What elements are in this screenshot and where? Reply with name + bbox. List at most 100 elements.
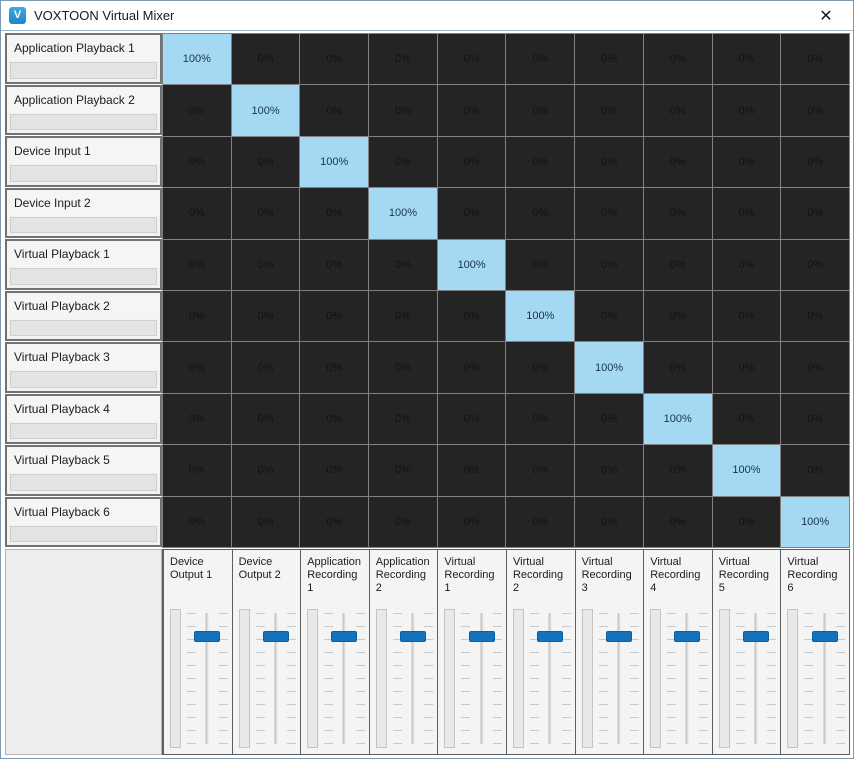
matrix-cell[interactable]: 0% [163, 342, 231, 393]
matrix-cell[interactable]: 0% [300, 393, 369, 445]
matrix-cell[interactable]: 0% [437, 342, 506, 393]
matrix-cell[interactable]: 0% [231, 239, 300, 290]
matrix-cell[interactable]: 100% [231, 85, 300, 136]
matrix-cell[interactable]: 0% [643, 85, 712, 136]
fader-handle[interactable] [743, 631, 770, 643]
matrix-cell[interactable]: 0% [231, 342, 300, 393]
matrix-cell[interactable]: 0% [643, 188, 712, 239]
row-label[interactable]: Virtual Playback 3 [5, 342, 162, 393]
matrix-cell[interactable]: 0% [575, 34, 643, 85]
matrix-cell[interactable]: 0% [643, 291, 712, 342]
matrix-cell[interactable]: 0% [643, 496, 712, 547]
matrix-cell[interactable]: 0% [437, 393, 506, 445]
matrix-cell[interactable]: 0% [712, 136, 781, 188]
row-label[interactable]: Virtual Playback 6 [5, 496, 162, 547]
matrix-cell[interactable]: 0% [231, 291, 300, 342]
matrix-cell[interactable]: 0% [369, 445, 437, 496]
matrix-cell[interactable]: 0% [369, 34, 437, 85]
fader[interactable] [667, 609, 708, 748]
matrix-cell[interactable]: 0% [781, 393, 849, 445]
matrix-cell[interactable]: 0% [575, 393, 643, 445]
matrix-cell[interactable]: 0% [369, 291, 437, 342]
fader-handle[interactable] [400, 631, 427, 643]
row-label[interactable]: Virtual Playback 2 [5, 290, 162, 341]
fader-handle[interactable] [605, 631, 632, 643]
matrix-cell[interactable]: 0% [231, 496, 300, 547]
matrix-cell[interactable]: 0% [712, 188, 781, 239]
matrix-cell[interactable]: 0% [437, 496, 506, 547]
fader[interactable] [187, 609, 228, 748]
matrix-cell[interactable]: 0% [369, 496, 437, 547]
matrix-cell[interactable]: 0% [506, 85, 575, 136]
matrix-cell[interactable]: 0% [163, 496, 231, 547]
matrix-cell[interactable]: 0% [643, 342, 712, 393]
matrix-cell[interactable]: 0% [163, 239, 231, 290]
matrix-cell[interactable]: 0% [300, 85, 369, 136]
matrix-cell[interactable]: 100% [437, 239, 506, 290]
matrix-cell[interactable]: 0% [712, 342, 781, 393]
row-label[interactable]: Application Playback 1 [5, 33, 162, 84]
fader-handle[interactable] [468, 631, 495, 643]
matrix-cell[interactable]: 0% [575, 291, 643, 342]
matrix-cell[interactable]: 0% [643, 34, 712, 85]
row-label[interactable]: Virtual Playback 5 [5, 445, 162, 496]
fader[interactable] [324, 609, 365, 748]
matrix-cell[interactable]: 100% [369, 188, 437, 239]
matrix-cell[interactable]: 0% [712, 34, 781, 85]
matrix-cell[interactable]: 0% [575, 239, 643, 290]
matrix-cell[interactable]: 0% [781, 239, 849, 290]
matrix-cell[interactable]: 0% [163, 291, 231, 342]
matrix-cell[interactable]: 0% [506, 239, 575, 290]
fader-handle[interactable] [674, 631, 701, 643]
row-label[interactable]: Device Input 1 [5, 136, 162, 187]
fader[interactable] [804, 609, 845, 748]
matrix-cell[interactable]: 0% [437, 291, 506, 342]
matrix-cell[interactable]: 100% [712, 445, 781, 496]
matrix-cell[interactable]: 0% [506, 496, 575, 547]
matrix-cell[interactable]: 0% [231, 136, 300, 188]
fader[interactable] [598, 609, 640, 748]
fader-handle[interactable] [537, 631, 564, 643]
matrix-cell[interactable]: 0% [643, 445, 712, 496]
matrix-cell[interactable]: 0% [163, 445, 231, 496]
matrix-cell[interactable]: 0% [163, 188, 231, 239]
matrix-cell[interactable]: 0% [506, 188, 575, 239]
matrix-cell[interactable]: 0% [506, 445, 575, 496]
fader[interactable] [529, 609, 571, 748]
matrix-cell[interactable]: 0% [712, 393, 781, 445]
matrix-cell[interactable]: 0% [437, 445, 506, 496]
close-icon[interactable]: ✕ [809, 1, 843, 30]
matrix-cell[interactable]: 0% [575, 136, 643, 188]
matrix-cell[interactable]: 0% [231, 393, 300, 445]
matrix-cell[interactable]: 0% [506, 393, 575, 445]
matrix-cell[interactable]: 0% [781, 445, 849, 496]
matrix-cell[interactable]: 0% [712, 291, 781, 342]
matrix-cell[interactable]: 0% [437, 136, 506, 188]
matrix-cell[interactable]: 0% [781, 342, 849, 393]
matrix-cell[interactable]: 0% [781, 85, 849, 136]
matrix-cell[interactable]: 0% [712, 85, 781, 136]
fader[interactable] [735, 609, 777, 748]
fader[interactable] [255, 609, 297, 748]
matrix-cell[interactable]: 100% [163, 34, 231, 85]
matrix-cell[interactable]: 0% [300, 445, 369, 496]
fader[interactable] [461, 609, 502, 748]
matrix-cell[interactable]: 0% [437, 188, 506, 239]
matrix-cell[interactable]: 0% [712, 239, 781, 290]
matrix-cell[interactable]: 0% [300, 188, 369, 239]
matrix-cell[interactable]: 0% [369, 393, 437, 445]
matrix-cell[interactable]: 0% [781, 291, 849, 342]
row-label[interactable]: Application Playback 2 [5, 84, 162, 135]
matrix-cell[interactable]: 0% [575, 188, 643, 239]
matrix-cell[interactable]: 0% [163, 85, 231, 136]
matrix-cell[interactable]: 0% [781, 136, 849, 188]
matrix-cell[interactable]: 100% [575, 342, 643, 393]
matrix-cell[interactable]: 0% [712, 496, 781, 547]
fader-handle[interactable] [811, 631, 838, 643]
matrix-cell[interactable]: 0% [575, 85, 643, 136]
matrix-cell[interactable]: 0% [575, 496, 643, 547]
matrix-cell[interactable]: 0% [369, 239, 437, 290]
matrix-cell[interactable]: 100% [300, 136, 369, 188]
matrix-cell[interactable]: 100% [506, 291, 575, 342]
matrix-cell[interactable]: 100% [781, 496, 849, 547]
